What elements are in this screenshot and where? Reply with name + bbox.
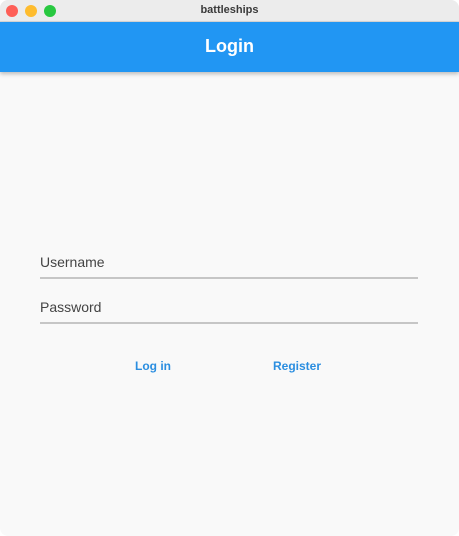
window-title: battleships <box>200 4 259 16</box>
login-button[interactable]: Log in <box>135 356 171 376</box>
password-field <box>40 292 418 324</box>
title-bar[interactable]: battleships <box>0 0 459 22</box>
username-field <box>40 247 418 279</box>
username-input[interactable] <box>40 247 418 277</box>
page-title: Login <box>205 36 254 56</box>
password-input[interactable] <box>40 292 418 322</box>
app-bar: Login <box>0 22 459 72</box>
app-window: battleships Login Log in Register <box>0 0 459 536</box>
register-button[interactable]: Register <box>273 356 321 376</box>
